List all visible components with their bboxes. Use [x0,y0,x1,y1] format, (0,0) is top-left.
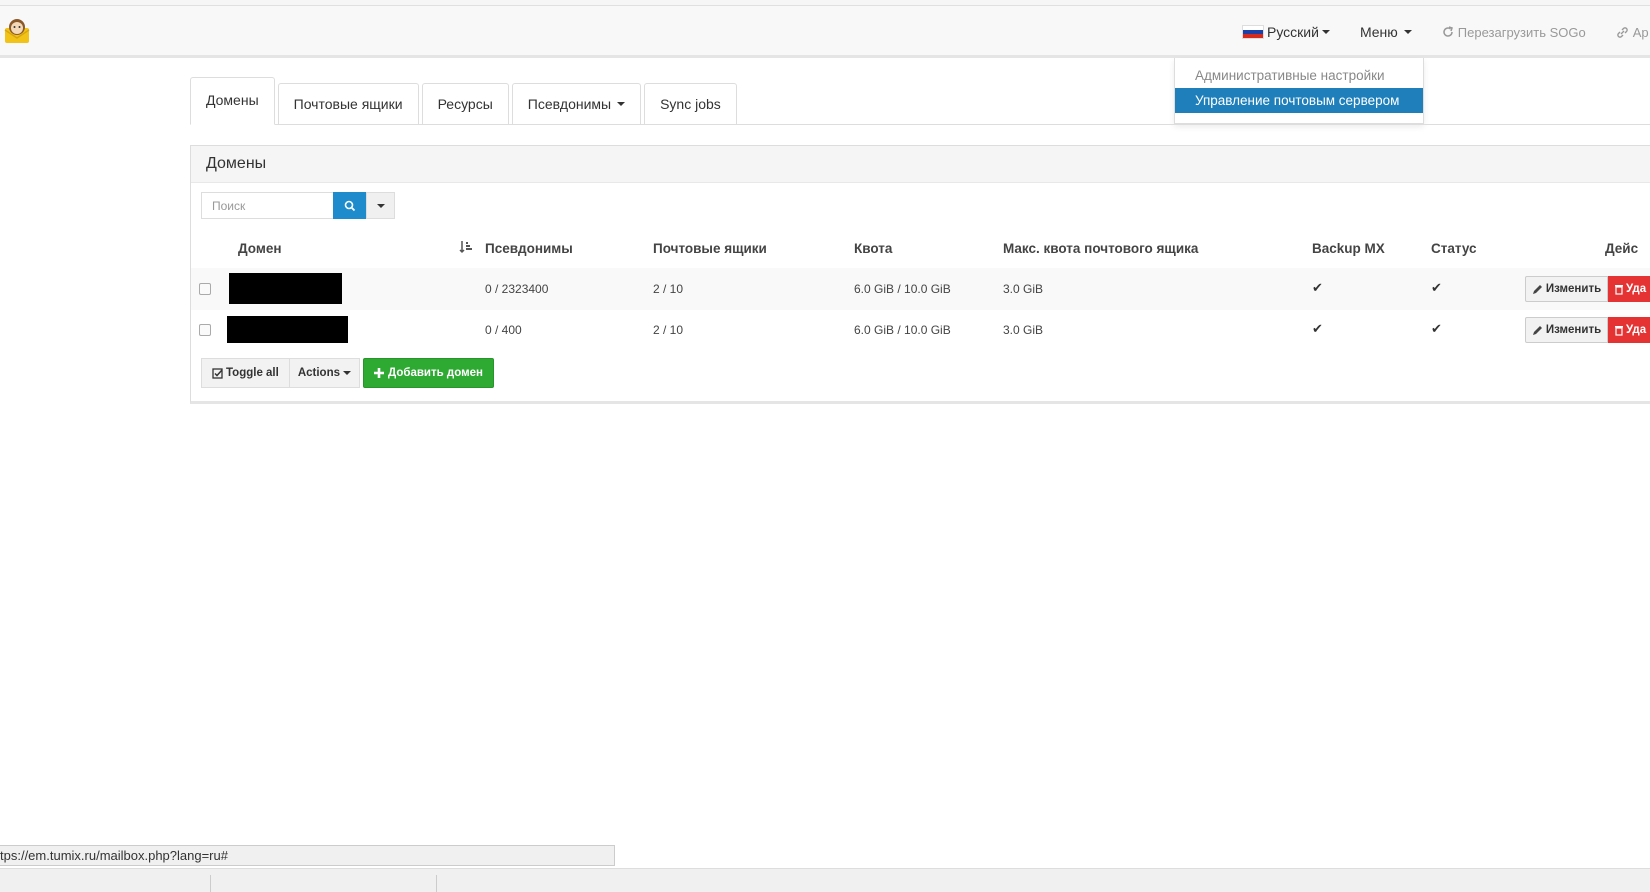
logo-icon[interactable] [2,16,32,46]
delete-button[interactable]: Уда [1608,317,1650,343]
edit-label: Изменить [1545,283,1602,295]
browser-status-url: tps://em.tumix.ru/mailbox.php?lang=ru# [0,845,615,866]
pencil-icon [1532,284,1542,294]
column-header-aliases[interactable]: Псевдонимы [485,241,573,256]
browser-bottom-bar [0,868,1650,892]
tab-aliases-label: Псевдонимы [527,96,612,112]
aliases-cell: 0 / 2323400 [485,282,549,296]
toggle-all-label: Toggle all [226,367,279,379]
add-domain-button[interactable]: Добавить домен [363,358,494,388]
delete-label: Уда [1626,324,1647,336]
plus-icon [374,368,384,378]
russia-flag-icon [1242,25,1264,39]
aliases-cell: 0 / 400 [485,323,522,337]
table-row: 0 / 2323400 2 / 10 6.0 GiB / 10.0 GiB 3.… [191,268,1650,310]
tab-domains[interactable]: Домены [190,77,275,125]
trash-icon [1615,284,1623,295]
reload-sogo-link[interactable]: Перезагрузить SOGo [1442,25,1586,40]
table-header: Домен Псевдонимы Почтовые ящики Квота Ма… [191,230,1650,268]
check-square-icon [212,367,223,379]
menu-dropdown-toggle[interactable]: Меню [1360,24,1412,40]
add-domain-label: Добавить домен [388,367,483,379]
navbar: Русский Меню Перезагрузить SOGo Ap [0,6,1650,58]
search-button[interactable] [333,192,366,219]
tab-bar: Домены Почтовые ящики Ресурсы Псевдонимы… [190,76,1650,125]
tab-sync-jobs[interactable]: Sync jobs [644,83,737,124]
sort-icon[interactable] [459,240,473,257]
toggle-all-button[interactable]: Toggle all [201,358,290,388]
search-icon [344,200,355,211]
edit-button[interactable]: Изменить [1525,317,1608,343]
status-check-icon: ✔ [1431,321,1442,336]
column-header-quota[interactable]: Квота [854,241,892,256]
delete-button[interactable]: Уда [1608,276,1650,302]
caret-down-icon [617,102,626,106]
search-options-button[interactable] [366,192,395,219]
row-checkbox[interactable] [199,283,211,295]
table-row: 0 / 400 2 / 10 6.0 GiB / 10.0 GiB 3.0 Gi… [191,310,1650,352]
language-label: Русский [1267,24,1319,40]
divider [210,875,211,892]
max-quota-cell: 3.0 GiB [1003,323,1044,337]
column-header-max-quota[interactable]: Макс. квота почтового ящика [1003,241,1198,256]
column-header-actions: Дейс [1605,241,1639,256]
caret-down-icon [343,371,351,375]
column-header-mailboxes[interactable]: Почтовые ящики [653,241,767,256]
actions-label: Actions [297,367,340,379]
column-header-status[interactable]: Статус [1431,241,1477,256]
tab-aliases[interactable]: Псевдонимы [511,83,642,124]
delete-label: Уда [1626,283,1647,295]
tab-mailboxes[interactable]: Почтовые ящики [277,83,419,124]
refresh-icon [1443,26,1453,37]
mailboxes-cell: 2 / 10 [653,323,684,337]
apps-label: Ap [1632,24,1649,40]
quota-cell: 6.0 GiB / 10.0 GiB [854,282,951,296]
quota-cell: 6.0 GiB / 10.0 GiB [854,323,951,337]
edit-label: Изменить [1545,324,1602,336]
mailboxes-cell: 2 / 10 [653,282,684,296]
caret-down-icon [1403,30,1412,34]
domains-panel: Домены Поиск Домен Псевдонимы Почтовые я… [190,145,1650,404]
table-footer-buttons: Toggle all Actions Добавить домен [201,358,494,388]
apps-link[interactable]: Ap [1616,25,1649,40]
pencil-icon [1532,325,1542,335]
tab-resources[interactable]: Ресурсы [421,83,509,124]
language-selector[interactable]: Русский [1242,24,1330,40]
redacted-domain [229,273,342,304]
column-header-backup-mx[interactable]: Backup MX [1312,241,1385,256]
search-input[interactable]: Поиск [201,192,333,219]
search-group: Поиск [201,192,395,219]
max-quota-cell: 3.0 GiB [1003,282,1044,296]
row-checkbox[interactable] [199,324,211,336]
backup-mx-check-icon: ✔ [1312,280,1323,295]
column-header-domain[interactable]: Домен [238,241,282,256]
reload-sogo-label: Перезагрузить SOGo [1457,24,1586,40]
edit-button[interactable]: Изменить [1525,276,1608,302]
link-icon [1617,26,1628,38]
panel-title: Домены [191,146,1650,183]
status-check-icon: ✔ [1431,280,1442,295]
caret-down-icon [376,203,385,208]
backup-mx-check-icon: ✔ [1312,321,1323,336]
trash-icon [1615,325,1623,336]
divider [436,875,437,892]
caret-down-icon [1321,30,1330,34]
menu-label: Меню [1359,24,1398,40]
redacted-domain [227,316,348,343]
actions-dropdown-button[interactable]: Actions [289,358,360,388]
